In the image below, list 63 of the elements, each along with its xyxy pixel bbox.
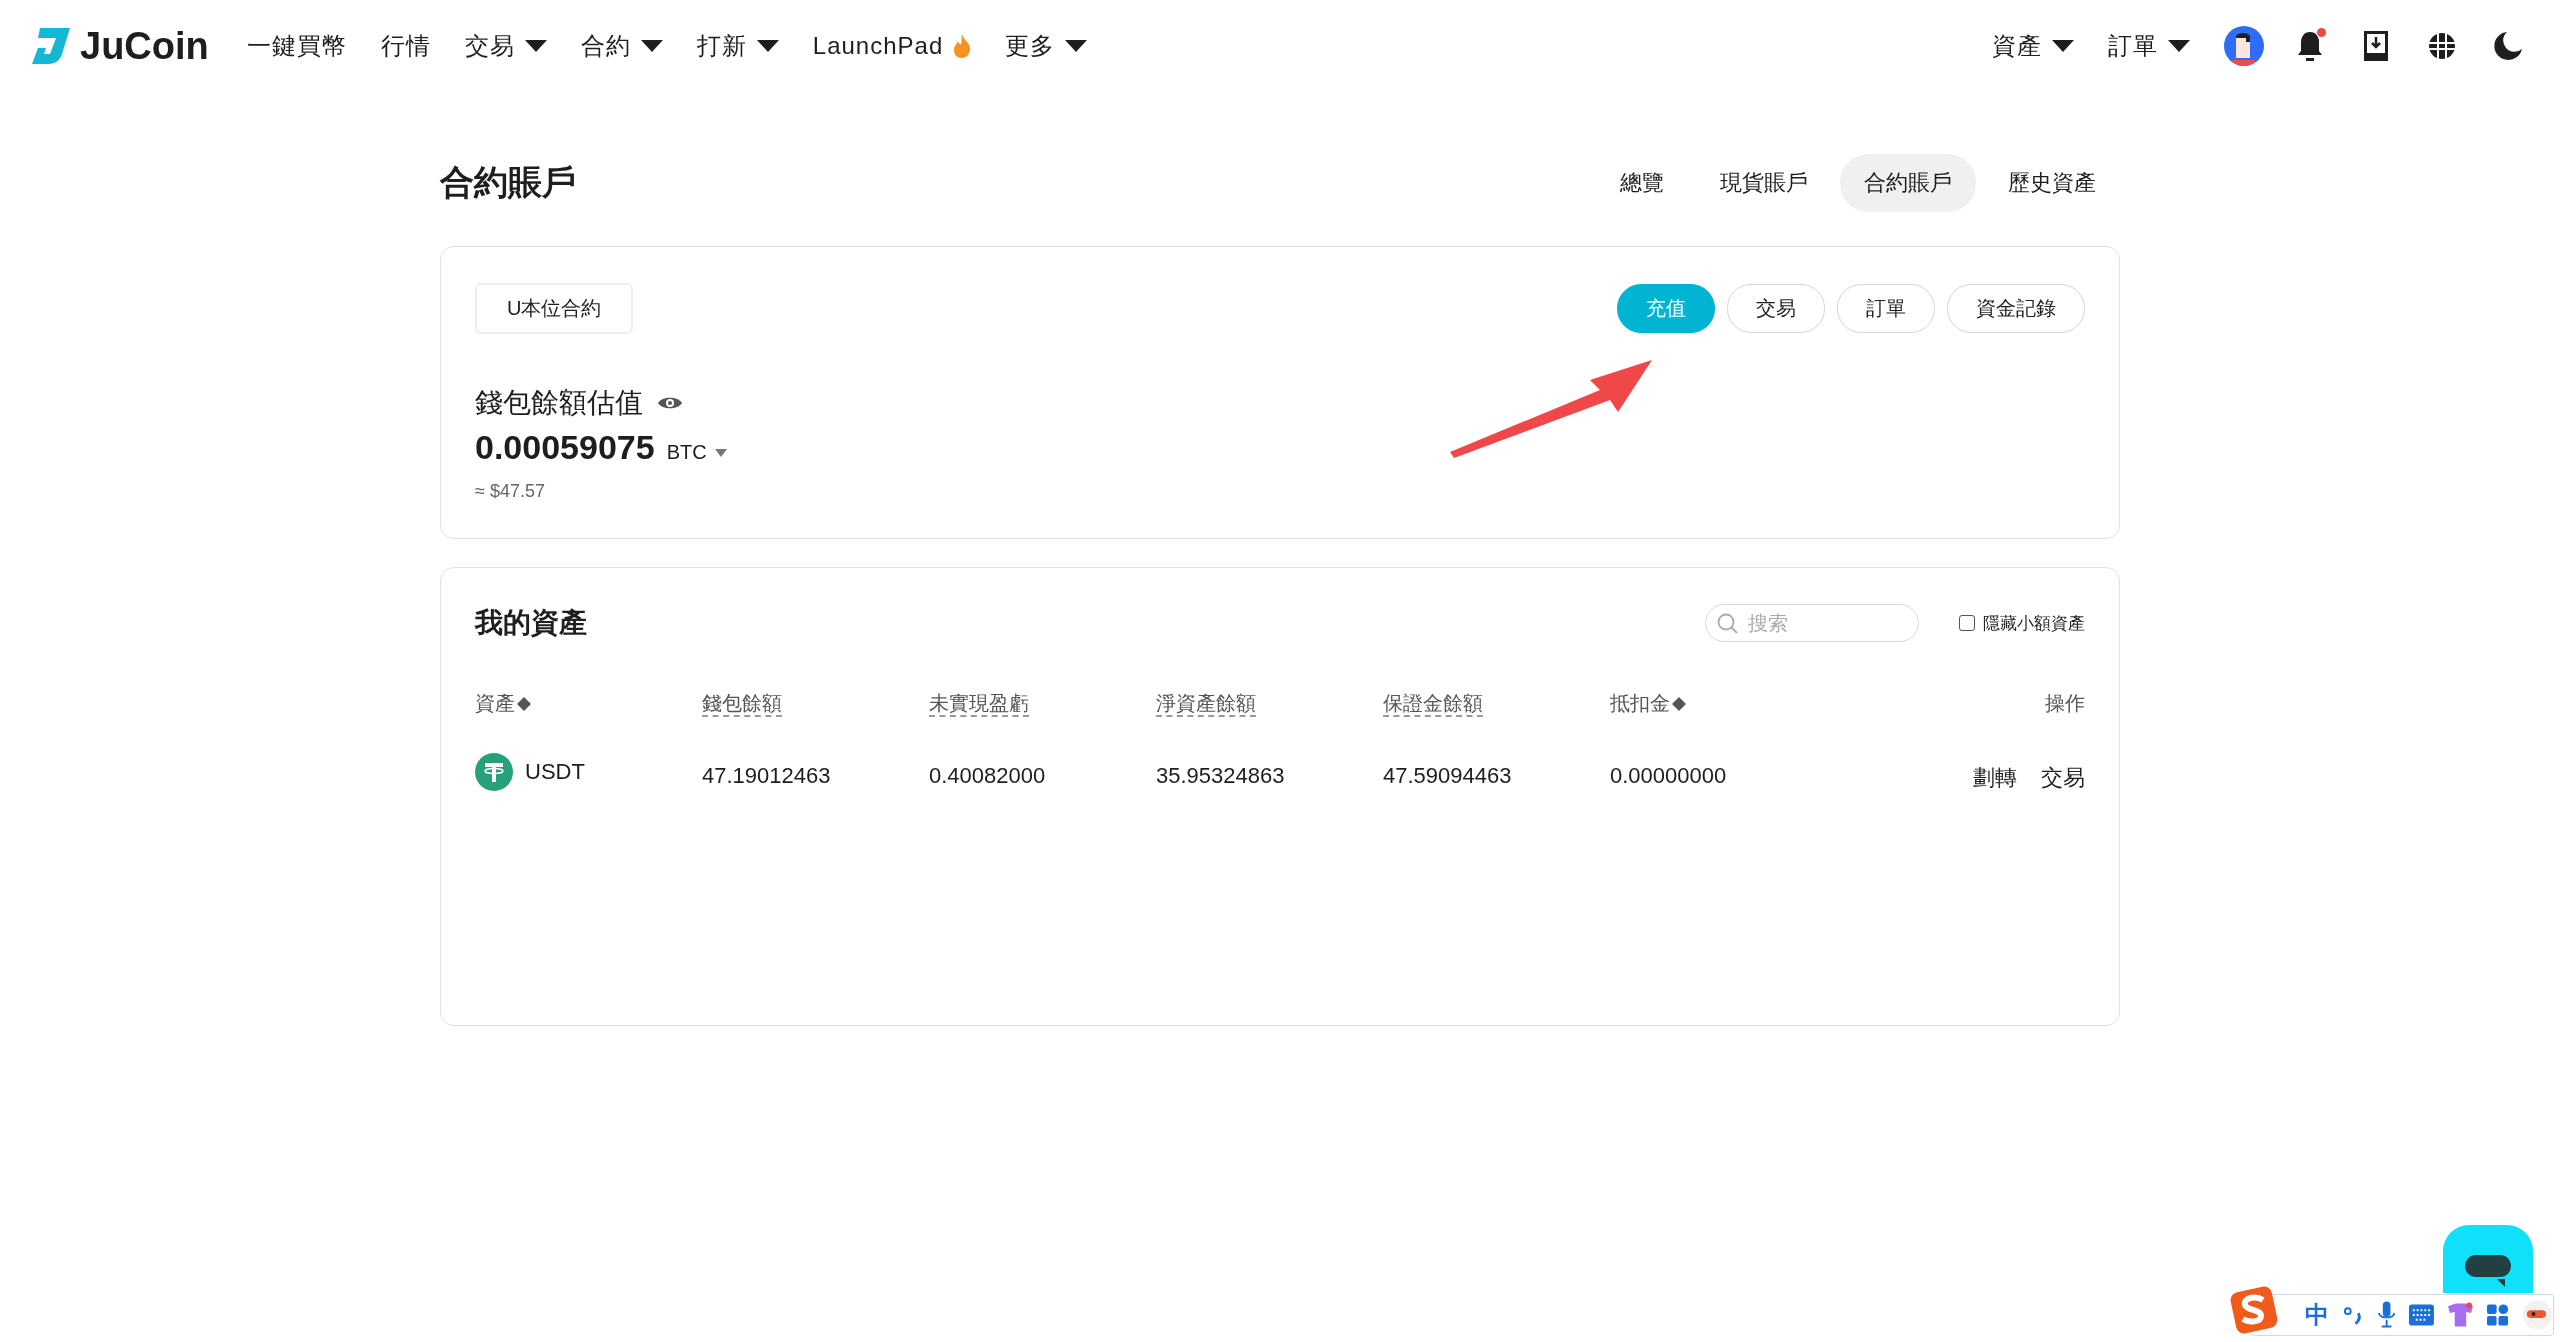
column-header: 抵扣金 <box>1610 690 1837 717</box>
nav-dropdown[interactable]: 合約 <box>580 30 663 62</box>
table-cell-text: 0.40082000 <box>929 763 1047 789</box>
column-header: 操作 <box>2044 691 2085 716</box>
row-action-link[interactable]: 劃轉 <box>1973 763 2017 793</box>
account-tab[interactable]: 現貨賬戶 <box>1696 154 1832 212</box>
fire-icon <box>953 34 972 58</box>
table-cell-text: 47.19012463 <box>702 763 832 789</box>
account-tab[interactable]: 合約賬戶 <box>1840 154 1976 212</box>
action-button[interactable]: 交易 <box>1727 284 1825 333</box>
grid-icon[interactable] <box>2487 1304 2509 1326</box>
page-title: 合約賬戶 <box>440 162 576 203</box>
input-mode-text[interactable]: 中 <box>2305 1299 2329 1331</box>
caret-icon <box>714 448 727 457</box>
logo-icon <box>32 28 70 64</box>
hide-small-checkbox[interactable]: 隱藏小額資產 <box>1959 611 2085 635</box>
nav-dropdown[interactable]: 資產 <box>1992 30 2074 62</box>
column-header: 錢包餘額 <box>702 691 783 716</box>
table-cell-text: 35.95324863 <box>1156 763 1286 789</box>
unit-selector[interactable]: BTC <box>666 441 727 464</box>
asset-name: USDT <box>525 759 585 785</box>
search-field[interactable]: 搜索 <box>1705 604 1919 642</box>
caret-icon <box>756 40 779 52</box>
table-cell-text: 0.00000000 <box>1610 763 1728 789</box>
usd-estimate: ≈ $47.57 <box>475 481 546 502</box>
nav-dropdown[interactable]: 打新 <box>696 30 779 62</box>
search-icon <box>1717 613 1739 635</box>
nav-link[interactable]: LaunchPad <box>812 32 972 60</box>
microphone-icon[interactable] <box>2378 1301 2396 1329</box>
shirt-icon[interactable] <box>2448 1302 2474 1328</box>
column-header: 淨資產餘額 <box>1156 691 1257 716</box>
caret-icon <box>2168 40 2190 52</box>
caret-icon <box>640 40 663 52</box>
logo-text: JuCoin <box>80 24 209 68</box>
column-header: 未實現盈虧 <box>929 691 1030 716</box>
nav-dropdown[interactable]: 訂單 <box>2108 30 2190 62</box>
balance-amount: 0.00059075 <box>475 428 655 467</box>
caret-icon <box>2052 40 2074 52</box>
nav-dropdown[interactable]: 交易 <box>464 30 547 62</box>
mascot-icon[interactable] <box>2522 1299 2553 1331</box>
column-header: 保證金餘額 <box>1383 691 1484 716</box>
contract-type-tag: U本位合約 <box>475 283 634 334</box>
account-tab[interactable]: 歷史資產 <box>1984 154 2120 212</box>
caret-icon <box>524 40 547 52</box>
nav-dropdown[interactable]: 更多 <box>1005 30 1088 62</box>
balance-label: 錢包餘額估值 <box>475 386 643 420</box>
nav-link[interactable]: 一鍵買幣 <box>246 30 347 62</box>
nav-link[interactable]: 行情 <box>380 30 431 62</box>
column-header: 資產 <box>475 690 702 717</box>
account-tab[interactable]: 總覽 <box>1596 154 1688 212</box>
chat-button[interactable] <box>2443 1225 2533 1293</box>
coin-icon <box>475 753 513 791</box>
row-action-link[interactable]: 交易 <box>2041 763 2085 793</box>
keyboard-icon[interactable] <box>2409 1304 2435 1326</box>
caret-icon <box>1065 40 1088 52</box>
action-button[interactable]: 訂單 <box>1837 284 1935 333</box>
table-cell-text: 47.59094463 <box>1383 763 1513 789</box>
action-button[interactable]: 資金記錄 <box>1947 284 2085 333</box>
avatar-icon[interactable] <box>2224 26 2264 66</box>
eye-icon[interactable] <box>657 395 683 411</box>
sort-icon[interactable] <box>517 696 531 711</box>
section-title: 我的資產 <box>475 606 587 640</box>
sort-icon[interactable] <box>1672 696 1686 711</box>
